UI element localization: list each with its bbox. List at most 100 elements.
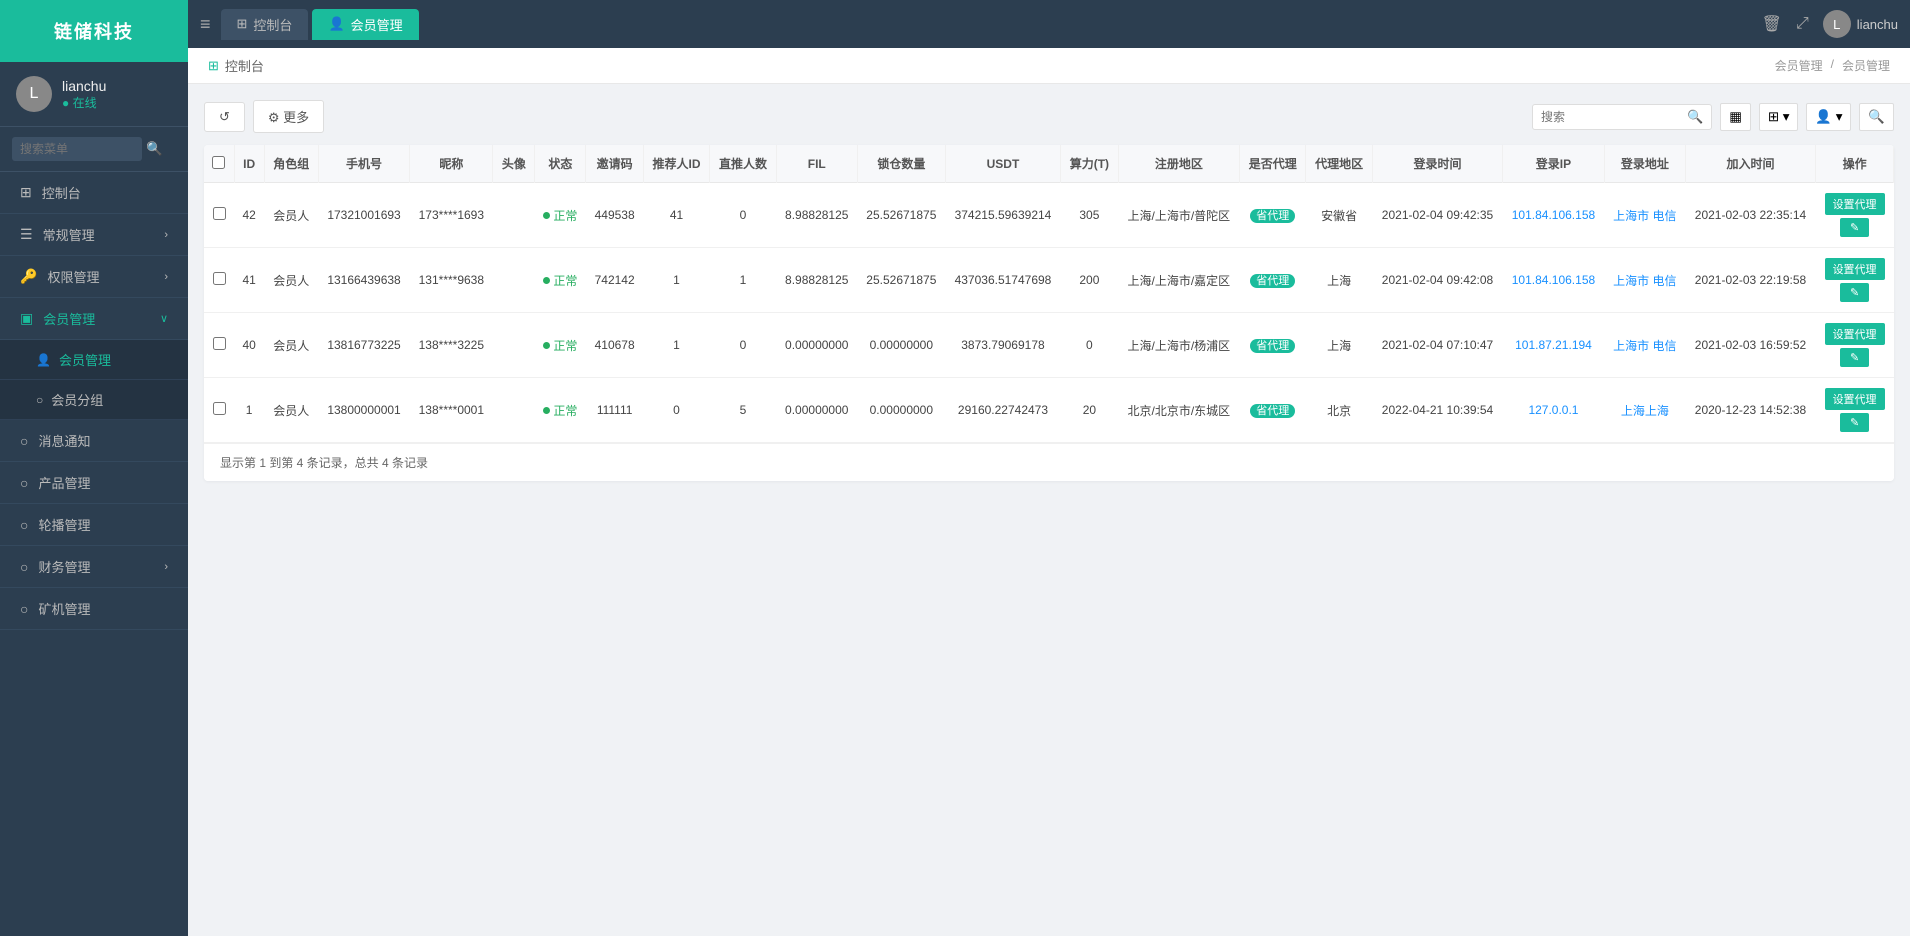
cell-action: 设置代理 ✎	[1816, 183, 1894, 248]
login-ip-link[interactable]: 127.0.0.1	[1528, 403, 1578, 417]
cell-login-ip: 127.0.0.1	[1503, 378, 1605, 443]
cell-lock-amount: 25.52671875	[857, 248, 945, 313]
cell-referrer-id: 41	[643, 183, 709, 248]
sidebar-item-product[interactable]: ○ 产品管理	[0, 462, 188, 504]
toolbar: ↺ ⚙ 更多 🔍 ▦ ⊞ ▾ 👤 ▾ 🔍	[204, 100, 1894, 133]
edit-button[interactable]: ✎	[1840, 283, 1869, 302]
avatar: L	[16, 76, 52, 112]
edit-button[interactable]: ✎	[1840, 348, 1869, 367]
login-addr-link[interactable]: 上海市 电信	[1613, 339, 1676, 353]
cell-lock-amount: 0.00000000	[857, 378, 945, 443]
view-user-button[interactable]: 👤 ▾	[1806, 103, 1851, 131]
refresh-button[interactable]: ↺	[204, 102, 245, 132]
cell-avatar	[493, 248, 535, 313]
cell-region: 上海/上海市/杨浦区	[1118, 313, 1239, 378]
app-title: 链储科技	[0, 0, 188, 62]
sidebar-search-area: 🔍	[0, 127, 188, 172]
cell-fil: 0.00000000	[776, 378, 857, 443]
cell-id: 41	[234, 248, 264, 313]
cell-phone: 13800000001	[318, 378, 409, 443]
agent-badge[interactable]: 省代理	[1250, 274, 1295, 288]
cell-id: 40	[234, 313, 264, 378]
cell-agent-area: 北京	[1306, 378, 1372, 443]
user-menu[interactable]: L lianchu	[1823, 10, 1898, 38]
sidebar-item-notification[interactable]: ○ 消息通知	[0, 420, 188, 462]
col-direct-count: 直推人数	[710, 145, 776, 183]
select-all-checkbox[interactable]	[212, 156, 225, 169]
menu-toggle-button[interactable]: ≡	[200, 14, 211, 35]
agent-badge[interactable]: 省代理	[1250, 209, 1295, 223]
topbar-right: 🗑 ⤢ L lianchu	[1762, 10, 1898, 38]
sidebar-item-dashboard[interactable]: ⊞ 控制台	[0, 172, 188, 214]
search-icon[interactable]: 🔍	[1687, 109, 1703, 125]
login-ip-link[interactable]: 101.87.21.194	[1515, 338, 1592, 352]
row-checkbox[interactable]	[213, 402, 226, 415]
tab-member[interactable]: 👤 会员管理	[312, 9, 418, 40]
login-addr-link[interactable]: 上海市 电信	[1613, 274, 1676, 288]
sidebar-search-input[interactable]	[12, 137, 142, 161]
cell-phone: 17321001693	[318, 183, 409, 248]
login-ip-link[interactable]: 101.84.106.158	[1512, 273, 1595, 287]
sidebar-item-label: 权限管理	[47, 267, 99, 286]
sidebar-item-finance[interactable]: ○ 财务管理 ›	[0, 546, 188, 588]
cell-invite-code: 449538	[586, 183, 643, 248]
set-agent-button[interactable]: 设置代理	[1825, 258, 1885, 280]
dashboard-icon: ⊞	[20, 184, 32, 201]
cell-usdt: 3873.79069178	[945, 313, 1060, 378]
sidebar-search-button[interactable]: 🔍	[146, 141, 163, 157]
row-checkbox[interactable]	[213, 337, 226, 350]
sidebar-item-member[interactable]: ▣ 会员管理 ∨	[0, 298, 188, 340]
finance-icon: ○	[20, 559, 28, 575]
row-checkbox[interactable]	[213, 207, 226, 220]
search-input[interactable]	[1541, 110, 1681, 124]
view-search-button[interactable]: 🔍	[1859, 103, 1894, 131]
cell-avatar	[493, 313, 535, 378]
cell-direct-count: 0	[710, 183, 776, 248]
cell-is-agent: 省代理	[1239, 378, 1305, 443]
row-checkbox[interactable]	[213, 272, 226, 285]
sidebar-item-carousel[interactable]: ○ 轮播管理	[0, 504, 188, 546]
agent-badge[interactable]: 省代理	[1250, 404, 1295, 418]
cell-login-addr: 上海市 电信	[1604, 248, 1685, 313]
edit-button[interactable]: ✎	[1840, 218, 1869, 237]
cell-login-ip: 101.87.21.194	[1503, 313, 1605, 378]
cell-fil: 8.98828125	[776, 183, 857, 248]
cell-region: 上海/上海市/普陀区	[1118, 183, 1239, 248]
set-agent-button[interactable]: 设置代理	[1825, 388, 1885, 410]
cell-login-addr: 上海市 电信	[1604, 183, 1685, 248]
col-action: 操作	[1816, 145, 1894, 183]
breadcrumb-text: 控制台	[225, 56, 264, 75]
sidebar-item-member-manage[interactable]: 👤 会员管理	[0, 340, 188, 380]
tab-dashboard[interactable]: ⊞ 控制台	[221, 9, 309, 40]
set-agent-button[interactable]: 设置代理	[1825, 193, 1885, 215]
cell-agent-area: 安徽省	[1306, 183, 1372, 248]
trash-icon[interactable]: 🗑	[1762, 14, 1782, 34]
view-table-button[interactable]: ⊞ ▾	[1759, 103, 1799, 131]
login-addr-link[interactable]: 上海上海	[1621, 404, 1669, 418]
col-region: 注册地区	[1118, 145, 1239, 183]
breadcrumb-right-2[interactable]: 会员管理	[1842, 57, 1890, 74]
cell-login-time: 2022-04-21 10:39:54	[1372, 378, 1502, 443]
table-footer-text: 显示第 1 到第 4 条记录，总共 4 条记录	[220, 456, 428, 470]
sidebar-item-miner[interactable]: ○ 矿机管理	[0, 588, 188, 630]
sidebar-item-label: 矿机管理	[38, 599, 90, 618]
set-agent-button[interactable]: 设置代理	[1825, 323, 1885, 345]
edit-button[interactable]: ✎	[1840, 413, 1869, 432]
content-area: ↺ ⚙ 更多 🔍 ▦ ⊞ ▾ 👤 ▾ 🔍 ID 角色	[188, 84, 1910, 936]
cell-checkbox	[204, 378, 234, 443]
agent-badge[interactable]: 省代理	[1250, 339, 1295, 353]
col-lock-amount: 锁仓数量	[857, 145, 945, 183]
expand-icon[interactable]: ⤢	[1796, 15, 1809, 33]
sidebar-item-permission[interactable]: 🔑 权限管理 ›	[0, 256, 188, 298]
cell-login-time: 2021-02-04 09:42:08	[1372, 248, 1502, 313]
sidebar-item-general[interactable]: ☰ 常规管理 ›	[0, 214, 188, 256]
cell-phone: 13166439638	[318, 248, 409, 313]
breadcrumb-right-1[interactable]: 会员管理	[1775, 57, 1823, 74]
cell-role: 会员人	[264, 183, 318, 248]
more-button[interactable]: ⚙ 更多	[253, 100, 324, 133]
view-card-button[interactable]: ▦	[1720, 103, 1751, 131]
login-addr-link[interactable]: 上海市 电信	[1613, 209, 1676, 223]
cell-invite-code: 742142	[586, 248, 643, 313]
login-ip-link[interactable]: 101.84.106.158	[1512, 208, 1595, 222]
sidebar-item-member-group[interactable]: ○ 会员分组	[0, 380, 188, 420]
